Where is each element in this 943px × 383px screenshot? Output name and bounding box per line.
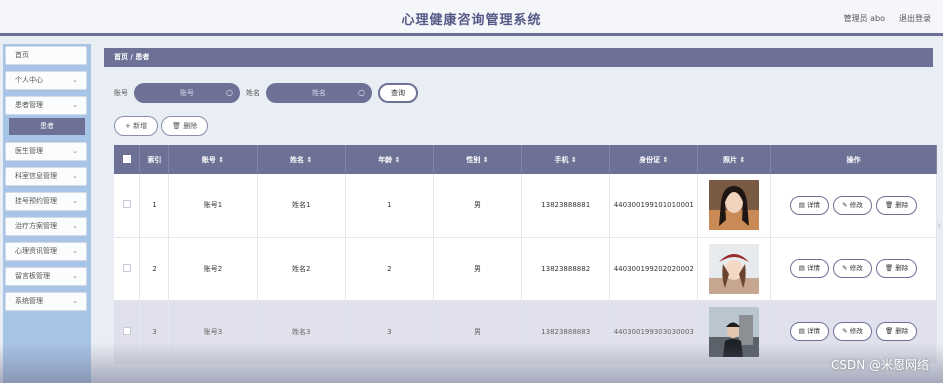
cell-gender: 男	[433, 174, 523, 238]
search-bar: 账号 账号 ○ 姓名 姓名 ○ 查询	[114, 83, 418, 103]
cell-phone: 13823888882	[521, 237, 611, 301]
cell-name: 姓名2	[257, 237, 346, 301]
chevron-down-icon: ⌄	[72, 297, 78, 305]
row-checkbox[interactable]	[114, 237, 141, 301]
col-actions: 操作	[770, 145, 938, 174]
sidebar-item-treatments[interactable]: 治疗方案管理 ⌄	[5, 217, 87, 236]
cell-index: 2	[139, 237, 170, 301]
chevron-down-icon: ⌄	[72, 172, 78, 180]
col-photo[interactable]: 照片 ⇕	[697, 145, 771, 174]
document-icon: ▤	[798, 327, 805, 335]
watermark: CSDN @米恩网络	[830, 358, 929, 372]
sidebar-item-appointments[interactable]: 挂号预约管理 ⌄	[5, 192, 87, 211]
app-title: 心理健康咨询管理系统	[401, 13, 542, 28]
chevron-down-icon: ⌄	[72, 101, 78, 109]
col-id-card[interactable]: 身份证 ⇕	[609, 145, 699, 174]
delete-button[interactable]: 🗑 删除	[161, 116, 209, 136]
cell-account: 账号1	[168, 174, 258, 238]
name-search-input[interactable]: 姓名 ○	[266, 83, 372, 103]
col-gender[interactable]: 性别 ⇕	[433, 145, 523, 174]
cell-age: 1	[345, 174, 434, 238]
top-bar: 心理健康咨询管理系统 管理员 abo 退出登录	[0, 0, 943, 36]
sidebar-item-departments[interactable]: 科室信息管理 ⌄	[5, 167, 87, 186]
cell-name: 姓名1	[257, 174, 346, 238]
breadcrumb: 首页 / 患者	[104, 48, 933, 67]
col-name[interactable]: 姓名 ⇕	[257, 145, 346, 174]
edit-icon: ✎	[842, 264, 848, 272]
search-icon: ○	[358, 88, 365, 97]
sidebar-item-news[interactable]: 心理资讯管理 ⌄	[5, 242, 87, 261]
account-label: 账号	[114, 89, 128, 97]
name-label: 姓名	[246, 89, 260, 97]
sidebar: 首页 个人中心 ⌄ 患者管理 ⌄ 患者 医生管理 ⌄ 科室信息管理 ⌄ 挂号预约管理 ⌄ …	[3, 44, 91, 383]
cell-id-card: 440300199202020002	[609, 237, 699, 301]
document-icon: ▤	[798, 264, 805, 272]
trash-icon: 🗑	[172, 122, 181, 130]
sidebar-item-system[interactable]: 系统管理 ⌄	[5, 292, 87, 311]
patient-photo	[709, 180, 760, 231]
cell-id-card: 440300199101010001	[609, 174, 699, 238]
chevron-down-icon: ⌄	[72, 197, 78, 205]
delete-row-button[interactable]: 🗑 删除	[875, 322, 918, 341]
sidebar-item-home[interactable]: 首页	[5, 46, 87, 65]
detail-button[interactable]: ▤ 详情	[789, 259, 829, 278]
main-content: 首页 / 患者 账号 账号 ○ 姓名 姓名 ○ 查询 + 新增 🗑 删除 索引 …	[104, 48, 938, 383]
query-button[interactable]: 查询	[378, 83, 418, 103]
col-account[interactable]: 账号 ⇕	[168, 145, 258, 174]
trash-icon: 🗑	[884, 327, 894, 335]
select-all-checkbox[interactable]	[114, 145, 141, 174]
table-row: 2 账号2 姓名2 2 男 13823888882 44030019920202…	[114, 237, 938, 301]
table-row: 1 账号1 姓名1 1 男 13823888881 44030019910101…	[114, 174, 938, 238]
sidebar-item-patients[interactable]: 患者管理 ⌄	[5, 96, 87, 115]
account-search-input[interactable]: 账号 ○	[134, 83, 240, 103]
search-icon: ○	[226, 88, 233, 97]
cell-account: 账号2	[168, 237, 258, 301]
edit-button[interactable]: ✎ 修改	[833, 259, 872, 278]
add-button[interactable]: + 新增	[114, 116, 159, 136]
trash-icon: 🗑	[884, 200, 894, 209]
edit-button[interactable]: ✎ 修改	[833, 322, 872, 341]
cell-phone: 13823888881	[521, 174, 611, 238]
trash-icon: 🗑	[884, 264, 894, 272]
edit-button[interactable]: ✎ 修改	[833, 195, 872, 215]
delete-row-button[interactable]: 🗑 删除	[875, 195, 918, 215]
detail-button[interactable]: ▤ 详情	[789, 195, 829, 215]
chevron-down-icon: ⌄	[72, 247, 78, 255]
document-icon: ▤	[798, 200, 805, 209]
sidebar-item-messages[interactable]: 留言板管理 ⌄	[5, 267, 87, 286]
delete-row-button[interactable]: 🗑 删除	[875, 259, 918, 278]
chevron-down-icon: ⌄	[72, 147, 78, 155]
edit-icon: ✎	[842, 200, 848, 209]
cell-gender: 男	[433, 237, 523, 301]
col-phone[interactable]: 手机 ⇕	[521, 145, 611, 174]
chevron-down-icon: ⌄	[72, 222, 78, 230]
patients-table: 索引 账号 ⇕ 姓名 ⇕ 年龄 ⇕ 性别 ⇕ 手机 ⇕ 身份证 ⇕ 照片 ⇕ 操…	[114, 145, 938, 364]
bottom-fade-overlay	[0, 343, 943, 383]
cell-index: 1	[139, 174, 170, 238]
chevron-right-icon[interactable]: ›	[936, 218, 942, 234]
chevron-down-icon: ⌄	[72, 76, 78, 84]
chevron-down-icon: ⌄	[72, 272, 78, 280]
sidebar-item-profile[interactable]: 个人中心 ⌄	[5, 71, 87, 90]
patient-photo	[709, 243, 760, 294]
sidebar-subitem-patient[interactable]: 患者	[9, 118, 85, 135]
row-checkbox[interactable]	[114, 174, 141, 238]
sidebar-item-doctors[interactable]: 医生管理 ⌄	[5, 142, 87, 161]
user-label: 管理员 abo	[843, 14, 885, 23]
cell-age: 2	[345, 237, 434, 301]
detail-button[interactable]: ▤ 详情	[789, 322, 829, 341]
logout-link[interactable]: 退出登录	[899, 13, 931, 24]
edit-icon: ✎	[842, 327, 848, 335]
col-index: 索引	[139, 145, 170, 174]
col-age[interactable]: 年龄 ⇕	[345, 145, 434, 174]
